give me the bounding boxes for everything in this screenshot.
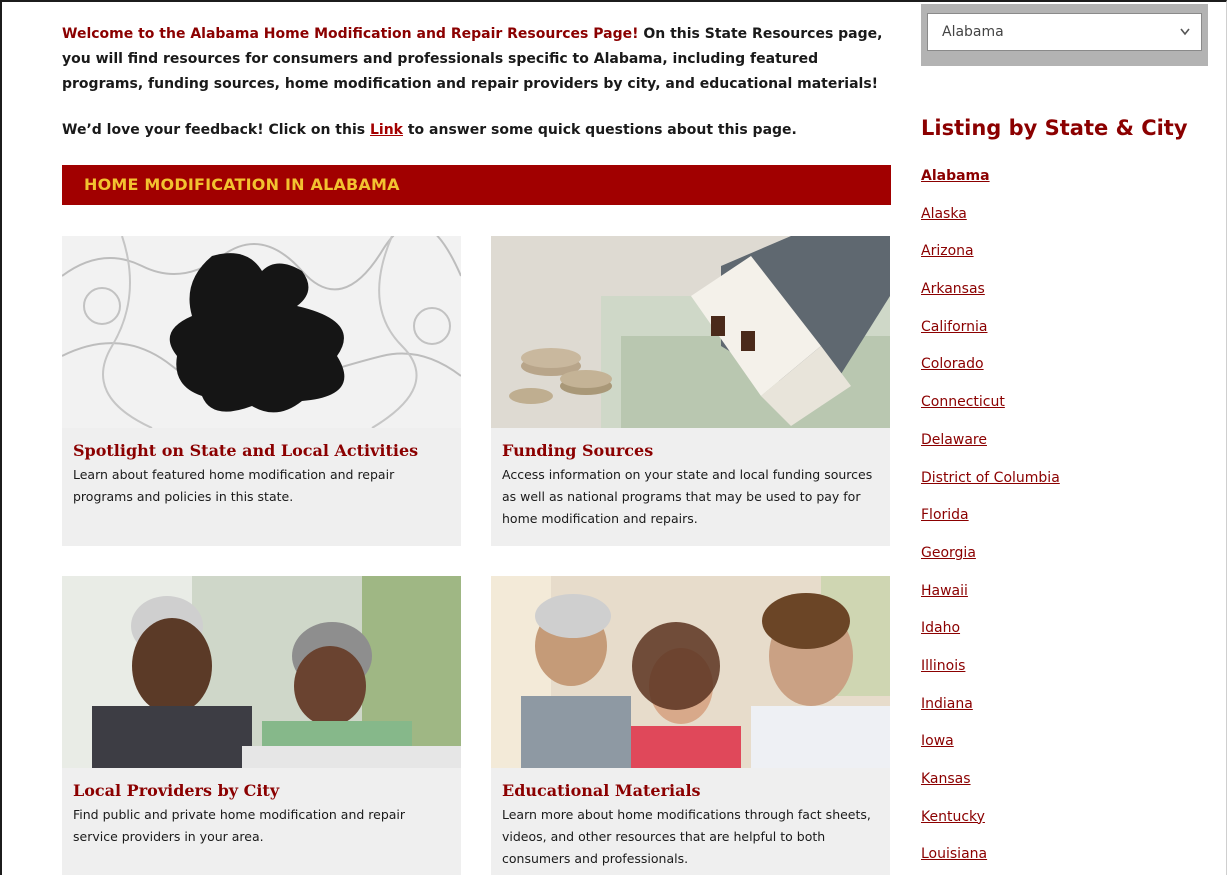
state-link[interactable]: Georgia [921,545,976,561]
house-money-image [491,236,890,428]
state-select-value: Alabama [942,24,1004,40]
feedback-before: We’d love your feedback! Click on this [62,122,370,138]
state-link[interactable]: Illinois [921,658,965,674]
state-list-item: Florida [921,505,1060,543]
state-select-wrapper: Alabama [921,4,1208,66]
puzzle-image [62,236,461,428]
card-description: Learn more about home modifications thro… [502,807,871,866]
feedback-after: to answer some quick questions about thi… [402,122,797,138]
state-link[interactable]: Connecticut [921,394,1005,410]
chevron-down-icon [1179,14,1191,64]
card-title[interactable]: Spotlight on State and Local Activities [73,440,450,462]
state-link[interactable]: Kentucky [921,809,985,825]
state-list-item: Delaware [921,430,1060,468]
card-description: Learn about featured home modification a… [73,467,395,504]
state-list-item: Kansas [921,769,1060,807]
state-link[interactable]: Hawaii [921,583,968,599]
state-link[interactable]: Alaska [921,206,967,222]
state-link[interactable]: California [921,319,987,335]
section-banner: HOME MODIFICATION IN ALABAMA [62,165,891,205]
state-select[interactable]: Alabama [927,13,1202,51]
main-content: Welcome to the Alabama Home Modification… [62,22,891,875]
state-link[interactable]: Florida [921,507,969,523]
state-link[interactable]: Iowa [921,733,954,749]
state-list-item: Kentucky [921,807,1060,845]
feedback-link[interactable]: Link [370,122,403,138]
state-link[interactable]: Alabama [921,168,990,184]
state-list: Alabama Alaska Arizona Arkansas California Co… [921,166,1060,875]
state-link[interactable]: Colorado [921,356,984,372]
couple-laptop-image [62,576,461,768]
card-title[interactable]: Funding Sources [502,440,879,462]
state-list-item: California [921,317,1060,355]
state-list-item: Illinois [921,656,1060,694]
intro-paragraph: Welcome to the Alabama Home Modification… [62,22,891,97]
state-link[interactable]: Arkansas [921,281,985,297]
card-funding[interactable]: Funding Sources Access information on yo… [491,236,890,546]
state-list-item: Alaska [921,204,1060,242]
sidebar-title: Listing by State & City [921,116,1188,140]
state-list-item: Arizona [921,241,1060,279]
state-list-item: Colorado [921,354,1060,392]
sidebar: Alabama Listing by State & City Alabama A… [921,4,1208,862]
card-local-providers[interactable]: Local Providers by City Find public and … [62,576,461,875]
state-list-item: Iowa [921,731,1060,769]
state-link[interactable]: Louisiana [921,846,987,862]
state-list-item: Hawaii [921,581,1060,619]
card-title[interactable]: Educational Materials [502,780,879,802]
state-list-item: Connecticut [921,392,1060,430]
state-list-item: District of Columbia [921,468,1060,506]
state-list-item: Arkansas [921,279,1060,317]
intro-lead: Welcome to the Alabama Home Modification… [62,26,639,42]
state-link[interactable]: District of Columbia [921,470,1060,486]
card-educational[interactable]: Educational Materials Learn more about h… [491,576,890,875]
card-spotlight[interactable]: Spotlight on State and Local Activities … [62,236,461,546]
state-list-item: Idaho [921,618,1060,656]
feedback-text: We’d love your feedback! Click on this L… [62,118,797,143]
state-list-item: Georgia [921,543,1060,581]
card-description: Access information on your state and loc… [502,467,873,526]
state-list-item: Louisiana [921,844,1060,875]
state-link[interactable]: Indiana [921,696,973,712]
state-list-item: Alabama [921,166,1060,204]
state-link[interactable]: Kansas [921,771,971,787]
consultation-image [491,576,890,768]
card-title[interactable]: Local Providers by City [73,780,450,802]
card-description: Find public and private home modificatio… [73,807,406,844]
state-link[interactable]: Delaware [921,432,987,448]
state-link[interactable]: Arizona [921,243,974,259]
state-link[interactable]: Idaho [921,620,960,636]
state-list-item: Indiana [921,694,1060,732]
